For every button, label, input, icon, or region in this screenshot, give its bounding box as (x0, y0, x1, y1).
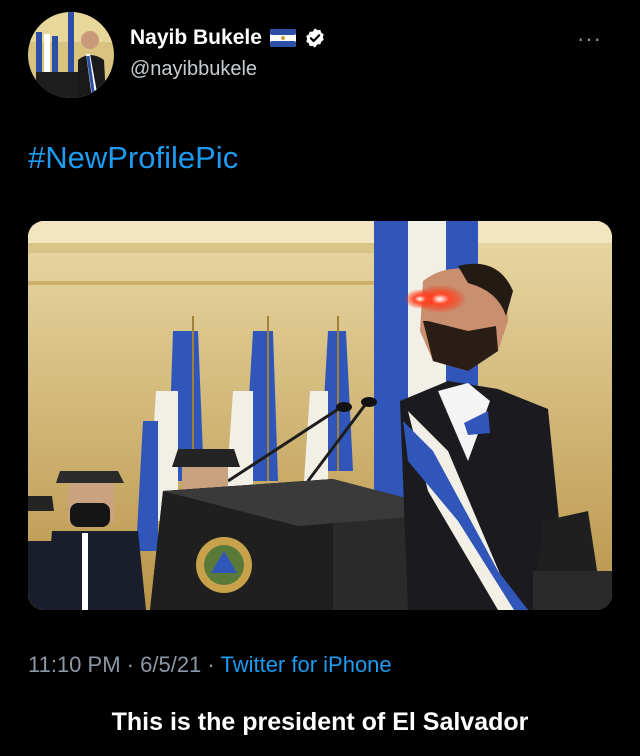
tweet: Nayib Bukele @nayibbukele ··· #NewProfil… (0, 0, 640, 756)
tweet-meta: 11:10 PM · 6/5/21 · Twitter for iPhone (28, 652, 392, 678)
profile-avatar[interactable] (28, 12, 114, 98)
el-salvador-flag-icon (269, 29, 296, 47)
media-image (28, 221, 612, 610)
meme-caption: This is the president of El Salvador (111, 708, 529, 736)
tweet-media[interactable] (28, 221, 612, 610)
tweet-date[interactable]: 6/5/21 (140, 652, 201, 677)
meta-separator: · (126, 652, 134, 677)
verified-badge-icon (306, 28, 324, 48)
tweet-time[interactable]: 11:10 PM (28, 652, 121, 677)
hashtag-link[interactable]: #NewProfilePic (28, 140, 238, 176)
author-name-row[interactable]: Nayib Bukele (130, 26, 326, 50)
tweet-source-link[interactable]: Twitter for iPhone (220, 652, 391, 677)
author-handle[interactable]: @nayibbukele (130, 58, 257, 81)
more-options-icon[interactable]: ··· (577, 26, 602, 52)
meta-separator: · (207, 652, 215, 677)
avatar-image (28, 12, 114, 98)
author-name[interactable]: Nayib Bukele (130, 26, 262, 50)
